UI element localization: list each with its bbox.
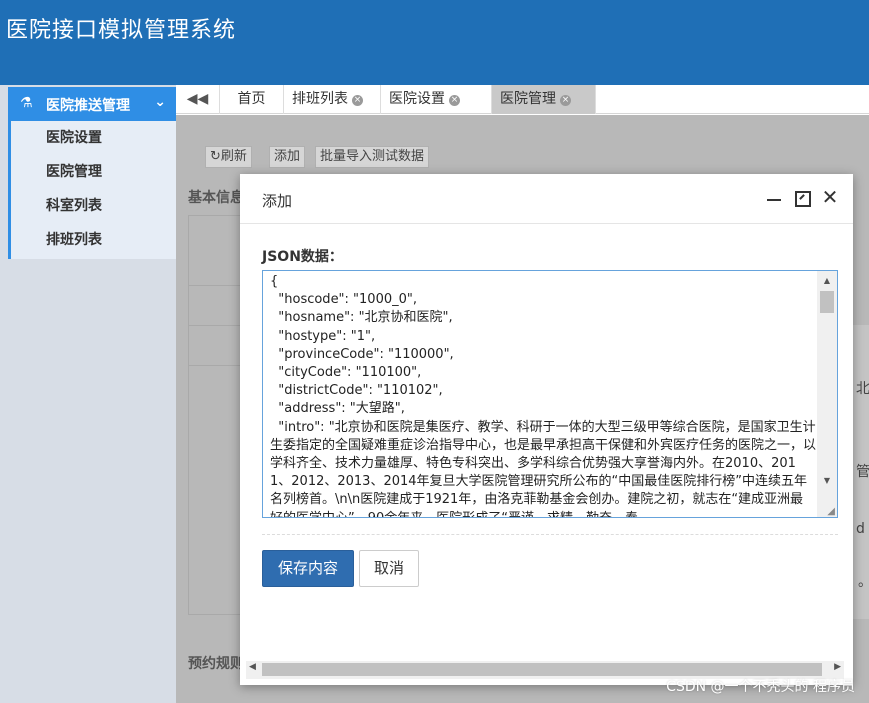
partial-text: 。 xyxy=(858,571,869,591)
tab-hospital-settings[interactable]: 医院设置 × xyxy=(381,85,492,114)
add-button[interactable]: 添加 xyxy=(269,146,306,168)
tab-scroll-left-icon[interactable]: ◀◀ xyxy=(176,85,220,114)
maximize-icon[interactable] xyxy=(792,188,812,208)
add-dialog: 添加 ✕ JSON数据： { "hoscode": "1000_0", "hos… xyxy=(240,174,853,685)
partial-text: 北 xyxy=(856,381,869,397)
minimize-icon[interactable] xyxy=(764,188,784,208)
close-icon[interactable]: × xyxy=(560,95,571,106)
json-data-textarea[interactable]: { "hoscode": "1000_0", "hosname": "北京协和医… xyxy=(262,270,838,518)
tab-label: 医院管理 xyxy=(500,91,556,107)
partial-text: d xyxy=(856,521,865,537)
resize-handle-icon[interactable]: ◢ xyxy=(827,506,835,517)
sidebar-group-hospital-push[interactable]: ⚗ 医院推送管理 ⌄ xyxy=(8,87,176,121)
cancel-button[interactable]: 取消 xyxy=(359,550,419,587)
dialog-title: 添加 xyxy=(262,192,293,210)
app-title: 医院接口模拟管理系统 xyxy=(6,18,237,43)
batch-import-button[interactable]: 批量导入测试数据 xyxy=(315,146,430,168)
close-icon[interactable]: × xyxy=(352,95,363,106)
scroll-up-icon[interactable]: ▲ xyxy=(817,273,837,289)
sidebar-item-hospital-management[interactable]: 医院管理 xyxy=(11,155,176,189)
refresh-label: 刷新 xyxy=(220,149,247,164)
partial-text: 管 xyxy=(856,464,869,480)
vertical-scrollbar[interactable]: ▲ ▼ xyxy=(817,271,837,517)
scroll-down-icon[interactable]: ▼ xyxy=(817,473,837,489)
booking-rules-heading: 预约规则 xyxy=(188,656,244,672)
tab-home[interactable]: 首页 xyxy=(220,85,284,114)
close-icon[interactable]: ✕ xyxy=(820,187,840,208)
sidebar-group-label: 医院推送管理 xyxy=(46,98,130,114)
chevron-down-icon: ⌄ xyxy=(154,94,166,110)
refresh-icon: ↻ xyxy=(210,149,221,164)
tab-label: 首页 xyxy=(237,91,266,107)
tab-hospital-management[interactable]: 医院管理 × xyxy=(492,85,596,114)
json-data-value: { "hoscode": "1000_0", "hosname": "北京协和医… xyxy=(270,274,817,517)
tab-label: 医院设置 xyxy=(389,91,445,107)
dialog-body: JSON数据： { "hoscode": "1000_0", "hosname"… xyxy=(240,224,853,685)
save-button[interactable]: 保存内容 xyxy=(262,550,354,587)
sidebar-item-schedule-list[interactable]: 排班列表 xyxy=(11,223,176,257)
scroll-left-icon[interactable]: ◀ xyxy=(249,662,256,672)
sidebar-item-hospital-settings[interactable]: 医院设置 xyxy=(11,121,176,155)
dialog-header: 添加 ✕ xyxy=(240,174,853,224)
flask-icon: ⚗ xyxy=(20,95,33,111)
sidebar-submenu: 医院设置 医院管理 科室列表 排班列表 xyxy=(8,121,176,259)
json-data-label: JSON数据： xyxy=(262,249,343,265)
scroll-right-icon[interactable]: ▶ xyxy=(834,662,841,672)
app-header: 医院接口模拟管理系统 xyxy=(0,0,869,85)
watermark: CSDN @一个不秃头的 程序员 xyxy=(666,679,855,695)
tab-label: 排班列表 xyxy=(292,91,348,107)
tab-schedule-list[interactable]: 排班列表 × xyxy=(284,85,381,114)
scrollbar-thumb[interactable] xyxy=(262,663,822,676)
form-divider xyxy=(262,534,838,535)
refresh-button[interactable]: ↻刷新 xyxy=(205,146,252,168)
tab-bar: ◀◀ 首页 排班列表 × 医院设置 × 医院管理 × xyxy=(176,85,869,114)
sidebar: ⚗ 医院推送管理 ⌄ 医院设置 医院管理 科室列表 排班列表 xyxy=(0,85,176,703)
scrollbar-thumb[interactable] xyxy=(820,291,834,313)
close-icon[interactable]: × xyxy=(449,95,460,106)
basic-info-heading: 基本信息 xyxy=(188,190,244,206)
sidebar-item-department-list[interactable]: 科室列表 xyxy=(11,189,176,223)
